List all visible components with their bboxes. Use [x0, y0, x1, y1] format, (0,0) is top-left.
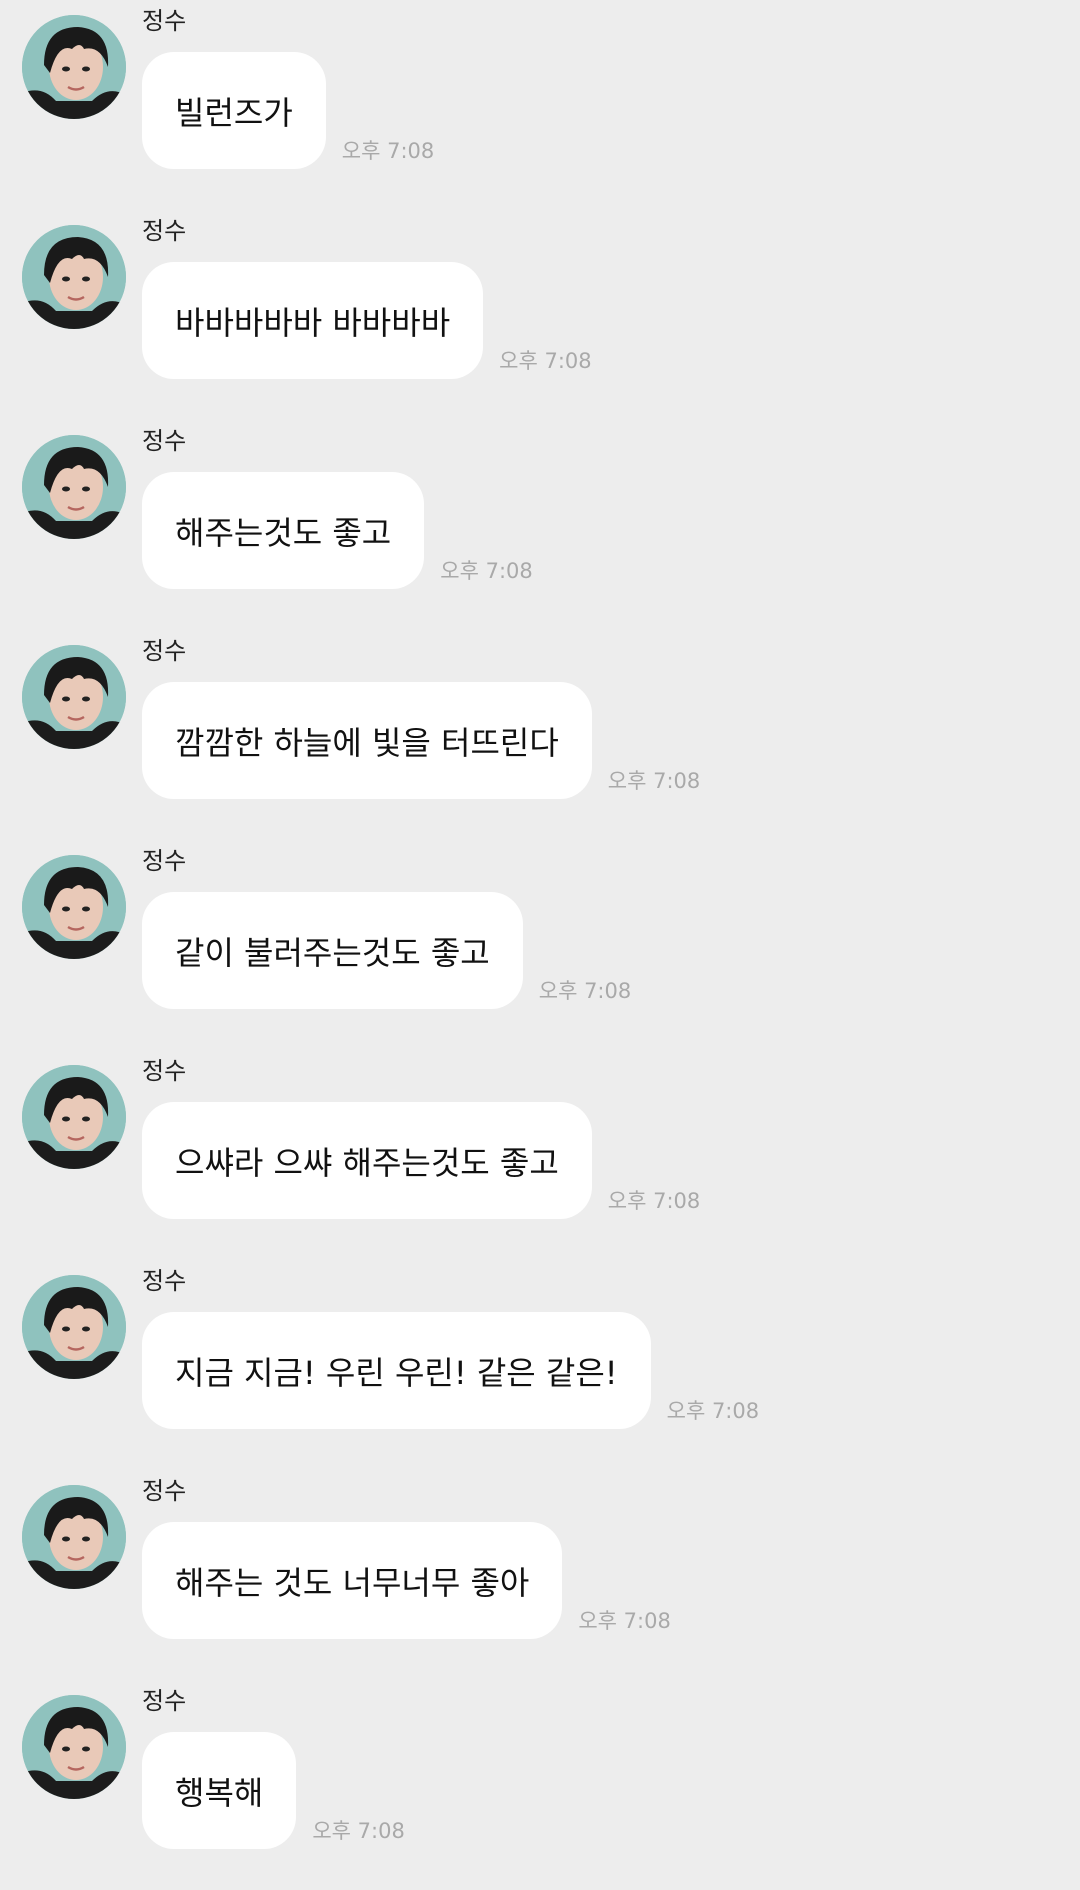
avatar[interactable]	[22, 1065, 126, 1169]
profile-photo-icon	[22, 1275, 126, 1379]
sender-name: 정수	[142, 427, 187, 455]
chat-message: 정수 으쌰라 으쌰 해주는것도 좋고 오후 7:08	[0, 1050, 1080, 1260]
chat-message: 정수 바바바바바 바바바바 오후 7:08	[0, 210, 1080, 420]
message-timestamp: 오후 7:08	[607, 769, 701, 793]
message-bubble-group: 바바바바바 바바바바 오후 7:08	[142, 262, 592, 379]
profile-photo-icon	[22, 1065, 126, 1169]
profile-photo-icon	[22, 435, 126, 539]
sender-name: 정수	[142, 637, 187, 665]
profile-photo-icon	[22, 1695, 126, 1799]
profile-photo-icon	[22, 15, 126, 119]
chat-message: 정수 지금 지금! 우린 우린! 같은 같은! 오후 7:08	[0, 1260, 1080, 1470]
sender-name: 정수	[142, 1267, 187, 1295]
message-timestamp: 오후 7:08	[538, 979, 632, 1003]
sender-name: 정수	[142, 1687, 187, 1715]
avatar[interactable]	[22, 1275, 126, 1379]
chat-message-list: 정수 빌런즈가 오후 7:08 정수 바바바바바 바바바바 오후 7:08 정수…	[0, 0, 1080, 1875]
chat-message: 정수 행복해 오후 7:08	[0, 1680, 1080, 1890]
profile-photo-icon	[22, 225, 126, 329]
message-timestamp: 오후 7:08	[499, 349, 592, 373]
message-timestamp: 오후 7:08	[578, 1609, 671, 1633]
message-bubble[interactable]: 바바바바바 바바바바	[142, 262, 484, 379]
message-timestamp: 오후 7:08	[440, 559, 533, 583]
message-bubble-group: 빌런즈가 오후 7:08	[142, 52, 434, 169]
chat-message: 정수 빌런즈가 오후 7:08	[0, 0, 1080, 210]
message-bubble[interactable]: 으쌰라 으쌰 해주는것도 좋고	[142, 1102, 592, 1219]
sender-name: 정수	[142, 847, 187, 875]
message-bubble[interactable]: 깜깜한 하늘에 빛을 터뜨린다	[142, 682, 592, 799]
avatar[interactable]	[22, 1485, 126, 1589]
chat-message: 정수 깜깜한 하늘에 빛을 터뜨린다 오후 7:08	[0, 630, 1080, 840]
message-timestamp: 오후 7:08	[341, 139, 435, 163]
message-bubble-group: 같이 불러주는것도 좋고 오후 7:08	[142, 892, 631, 1009]
avatar[interactable]	[22, 855, 126, 959]
message-bubble[interactable]: 같이 불러주는것도 좋고	[142, 892, 523, 1009]
message-timestamp: 오후 7:08	[666, 1399, 760, 1423]
message-bubble-group: 행복해 오후 7:08	[142, 1732, 405, 1849]
sender-name: 정수	[142, 1057, 187, 1085]
message-bubble-group: 해주는것도 좋고 오후 7:08	[142, 472, 533, 589]
avatar[interactable]	[22, 645, 126, 749]
chat-message: 정수 해주는것도 좋고 오후 7:08	[0, 420, 1080, 630]
avatar[interactable]	[22, 15, 126, 119]
message-bubble[interactable]: 해주는것도 좋고	[142, 472, 425, 589]
sender-name: 정수	[142, 217, 187, 245]
message-bubble[interactable]: 행복해	[142, 1732, 297, 1849]
message-bubble-group: 해주는 것도 너무너무 좋아 오후 7:08	[142, 1522, 671, 1639]
message-bubble[interactable]: 지금 지금! 우린 우린! 같은 같은!	[142, 1312, 651, 1429]
avatar[interactable]	[22, 225, 126, 329]
profile-photo-icon	[22, 645, 126, 749]
message-bubble[interactable]: 해주는 것도 너무너무 좋아	[142, 1522, 563, 1639]
chat-message: 정수 해주는 것도 너무너무 좋아 오후 7:08	[0, 1470, 1080, 1680]
message-bubble-group: 으쌰라 으쌰 해주는것도 좋고 오후 7:08	[142, 1102, 700, 1219]
message-timestamp: 오후 7:08	[607, 1189, 701, 1213]
message-bubble[interactable]: 빌런즈가	[142, 52, 326, 169]
profile-photo-icon	[22, 1485, 126, 1589]
sender-name: 정수	[142, 7, 187, 35]
message-bubble-group: 지금 지금! 우린 우린! 같은 같은! 오후 7:08	[142, 1312, 759, 1429]
sender-name: 정수	[142, 1477, 187, 1505]
message-timestamp: 오후 7:08	[312, 1819, 405, 1843]
profile-photo-icon	[22, 855, 126, 959]
chat-message: 정수 같이 불러주는것도 좋고 오후 7:08	[0, 840, 1080, 1050]
avatar[interactable]	[22, 1695, 126, 1799]
avatar[interactable]	[22, 435, 126, 539]
message-bubble-group: 깜깜한 하늘에 빛을 터뜨린다 오후 7:08	[142, 682, 700, 799]
